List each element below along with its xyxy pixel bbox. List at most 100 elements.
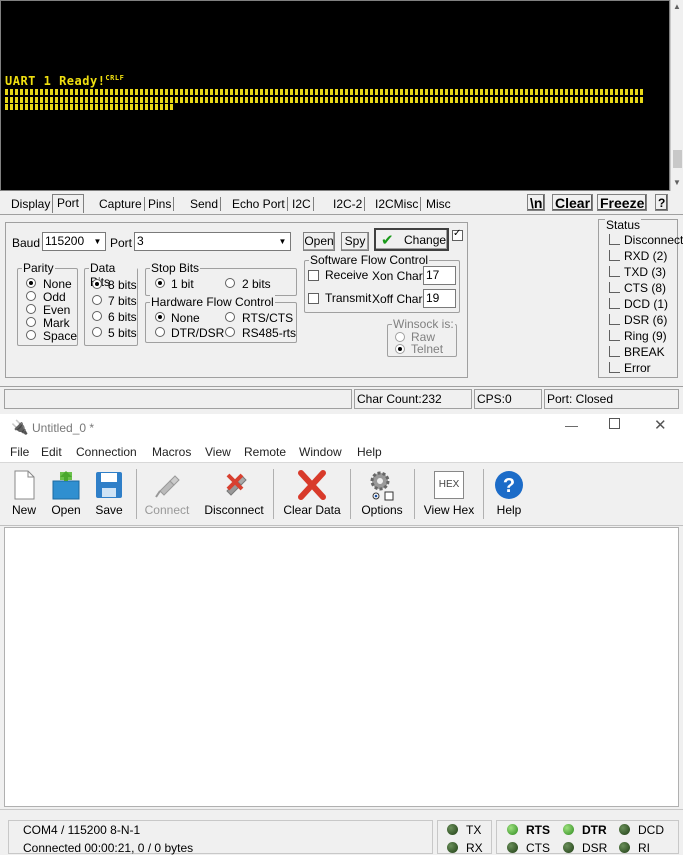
stopbits-1-radio[interactable] xyxy=(155,278,165,288)
stopbits-title: Stop Bits xyxy=(150,261,201,275)
toolbar-separator xyxy=(350,469,351,519)
clear-button[interactable]: Clear xyxy=(552,194,594,211)
save-button[interactable]: Save xyxy=(89,463,129,525)
menu-window[interactable]: Window xyxy=(299,445,342,459)
status-led xyxy=(609,314,620,325)
app-icon: 🔌 xyxy=(11,419,29,435)
close-icon[interactable]: ✕ xyxy=(654,416,667,434)
tab-send[interactable]: Send xyxy=(188,197,222,211)
scroll-down-icon[interactable]: ▼ xyxy=(673,178,681,187)
help-toolbar-button[interactable]: ? Help xyxy=(489,463,529,525)
clear-data-label: Clear Data xyxy=(283,503,341,517)
scroll-thumb[interactable] xyxy=(673,150,682,168)
winsock-raw-radio[interactable] xyxy=(395,332,405,342)
chevron-down-icon[interactable]: ▼ xyxy=(275,233,290,250)
new-button[interactable]: New xyxy=(4,463,44,525)
xon-receive-checkbox[interactable] xyxy=(308,270,319,281)
toolbar-separator xyxy=(483,469,484,519)
minimize-icon[interactable]: — xyxy=(565,418,578,433)
view-hex-label: View Hex xyxy=(423,503,475,517)
databits-6-radio[interactable] xyxy=(92,311,102,321)
tab-i2cmisc[interactable]: I2CMisc xyxy=(373,197,422,211)
baud-select[interactable]: 115200 ▼ xyxy=(42,232,106,251)
open-file-button[interactable]: Open xyxy=(46,463,86,525)
parity-space-radio[interactable] xyxy=(26,330,36,340)
help-button[interactable]: ? xyxy=(655,194,669,211)
view-hex-button[interactable]: HEX View Hex xyxy=(420,463,478,525)
options-button[interactable]: Options xyxy=(358,463,406,525)
menu-view[interactable]: View xyxy=(205,445,231,459)
status-ring: Ring (9) xyxy=(624,329,667,343)
xon-input[interactable]: 17 xyxy=(423,266,456,285)
tab-echo-port[interactable]: Echo Port xyxy=(230,197,288,211)
databits-8-radio[interactable] xyxy=(92,279,102,289)
disconnect-button[interactable]: Disconnect xyxy=(200,463,268,525)
stopbits-2-radio[interactable] xyxy=(225,278,235,288)
tx-label: TX xyxy=(466,823,482,837)
rts-label: RTS xyxy=(526,823,550,837)
winsock-telnet-radio[interactable] xyxy=(395,344,405,354)
change-button[interactable]: ✔ Change xyxy=(374,228,449,251)
floppy-save-icon xyxy=(96,472,122,498)
menu-help[interactable]: Help xyxy=(357,445,382,459)
menu-file[interactable]: File xyxy=(10,445,29,459)
chevron-down-icon[interactable]: ▼ xyxy=(90,233,105,250)
tab-i2c[interactable]: I2C xyxy=(290,197,314,211)
tab-display[interactable]: Display xyxy=(9,197,54,211)
port-status: Port: Closed xyxy=(544,389,679,409)
toolbar-separator xyxy=(273,469,274,519)
status-led xyxy=(609,362,620,373)
status-led xyxy=(609,266,620,277)
new-label: New xyxy=(11,503,36,517)
dcd-label: DCD xyxy=(638,823,664,837)
xoff-label: Xoff Char: xyxy=(372,292,426,306)
terminal-output[interactable]: UART 1 Ready!CRLF xyxy=(0,0,670,191)
terminal-scrollbar[interactable]: ▲ ▼ xyxy=(670,0,683,191)
scroll-up-icon[interactable]: ▲ xyxy=(673,2,681,11)
xoff-transmit-checkbox[interactable] xyxy=(308,293,319,304)
open-button[interactable]: Open xyxy=(303,232,335,251)
plug-disconnect-icon xyxy=(226,473,247,496)
baud-label: Baud xyxy=(12,236,41,250)
menu-connection[interactable]: Connection xyxy=(76,445,137,459)
parity-mark-radio[interactable] xyxy=(26,317,36,327)
hwflow-none-radio[interactable] xyxy=(155,312,165,322)
spy-button[interactable]: Spy xyxy=(341,232,369,251)
status-led xyxy=(609,250,620,261)
tab-port[interactable]: Port xyxy=(52,194,85,213)
hwflow-rs485-radio[interactable] xyxy=(225,327,235,337)
newline-button[interactable]: \n xyxy=(527,194,546,211)
tab-pins[interactable]: Pins xyxy=(146,197,175,211)
parity-even-radio[interactable] xyxy=(26,304,36,314)
freeze-button[interactable]: Freeze xyxy=(597,194,648,211)
port-select[interactable]: 3 ▼ xyxy=(134,232,291,251)
clear-data-button[interactable]: Clear Data xyxy=(282,463,342,525)
winsock-telnet-label: Telnet xyxy=(411,342,444,356)
databits-5-radio[interactable] xyxy=(92,327,102,337)
parity-title: Parity xyxy=(22,261,55,275)
parity-none-radio[interactable] xyxy=(26,278,36,288)
tab-capture[interactable]: Capture xyxy=(97,197,145,211)
hwflow-rtscts-radio[interactable] xyxy=(225,312,235,322)
gear-options-icon xyxy=(370,471,394,501)
databits-7-radio[interactable] xyxy=(92,295,102,305)
terminal-garbage-line xyxy=(5,104,175,110)
databits-7-label: 7 bits xyxy=(108,294,137,308)
status-cell-empty xyxy=(4,389,352,409)
connect-button[interactable]: Connect xyxy=(140,463,194,525)
clear-x-icon xyxy=(298,470,326,500)
xoff-input[interactable]: 19 xyxy=(423,289,456,308)
maximize-icon[interactable] xyxy=(609,418,620,429)
parity-odd-radio[interactable] xyxy=(26,291,36,301)
change-checkbox[interactable]: ✓ xyxy=(452,228,463,241)
data-view[interactable] xyxy=(4,527,679,807)
menu-edit[interactable]: Edit xyxy=(41,445,62,459)
title-bar: 🔌 Untitled_0 * — ✕ xyxy=(0,414,683,442)
tab-i2c-2[interactable]: I2C-2 xyxy=(331,197,366,211)
tab-misc[interactable]: Misc xyxy=(424,197,453,211)
menu-macros[interactable]: Macros xyxy=(152,445,191,459)
parity-odd-label: Odd xyxy=(43,290,66,304)
status-led xyxy=(609,330,620,341)
hwflow-dtrdsr-radio[interactable] xyxy=(155,327,165,337)
menu-remote[interactable]: Remote xyxy=(244,445,286,459)
